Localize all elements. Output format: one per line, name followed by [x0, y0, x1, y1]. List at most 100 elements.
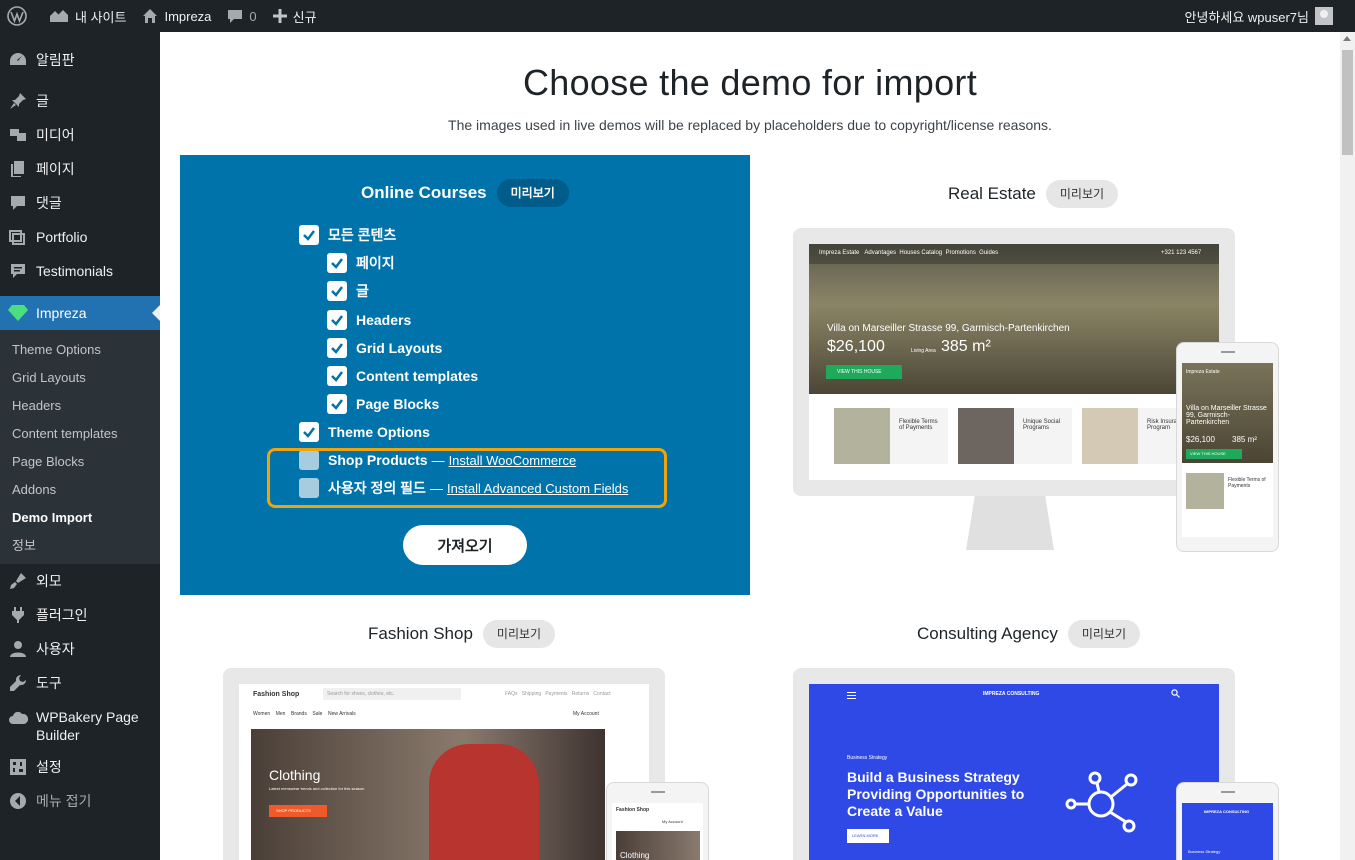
mock-phone-cta: VIEW THIS HOUSE	[1190, 451, 1226, 456]
menu-tools[interactable]: 도구	[0, 666, 160, 700]
submenu-demo-import[interactable]: Demo Import	[0, 504, 160, 532]
menu-pages[interactable]: 페이지	[0, 152, 160, 186]
menu-comments[interactable]: 댓글	[0, 186, 160, 220]
scroll-up-arrow-icon[interactable]	[1343, 36, 1351, 41]
menu-collapse-label: 메뉴 접기	[36, 793, 92, 809]
menu-impreza[interactable]: Impreza	[0, 296, 160, 330]
phone-screen: Fashion Shop My Account Clothing	[612, 803, 703, 860]
menu-appearance[interactable]: 외모	[0, 564, 160, 598]
portfolio-icon	[9, 230, 25, 245]
option-label: Content templates	[356, 368, 479, 384]
mock-feature-text: Unique Social Programs	[1023, 419, 1061, 431]
mock-price: $26,100	[827, 338, 885, 355]
menu-media[interactable]: 미디어	[0, 118, 160, 152]
mock-phone: +321 123 4567	[1161, 250, 1202, 256]
mock-brand: Fashion Shop	[253, 691, 300, 698]
submenu-page-blocks[interactable]: Page Blocks	[0, 448, 160, 476]
menu-pages-label: 페이지	[36, 161, 75, 177]
option-content-templates[interactable]: Content templates	[327, 366, 478, 386]
menu-wpbakery[interactable]: WPBakery Page Builder	[0, 700, 160, 750]
demo-card-online-courses[interactable]: Online Courses 미리보기 모든 콘텐츠 페이지 글 Headers…	[180, 155, 750, 595]
comment-icon	[228, 10, 243, 23]
demo-title-row: Consulting Agency 미리보기	[917, 620, 1140, 648]
new-content-menu[interactable]: 신규	[265, 0, 325, 32]
checkbox-checked[interactable]	[299, 422, 319, 442]
menu-plugins-label: 플러그인	[36, 607, 88, 623]
menu-users[interactable]: 사용자	[0, 632, 160, 666]
comments-menu[interactable]: 0	[219, 0, 264, 32]
submenu-grid-layouts[interactable]: Grid Layouts	[0, 364, 160, 392]
checkbox-checked[interactable]	[327, 394, 347, 414]
demo-title-row: Online Courses 미리보기	[361, 179, 569, 207]
desktop-mockup: IMPREZA CONSULTING Business Strategy Bui…	[793, 668, 1235, 860]
menu-wpbakery-label: WPBakery Page Builder	[36, 709, 139, 743]
phone-screen: IMPREZA CONSULTING Business Strategy	[1182, 803, 1273, 860]
menu-dashboard-label: 알림판	[36, 52, 75, 68]
preview-button[interactable]: 미리보기	[496, 179, 569, 207]
menu-posts[interactable]: 글	[0, 84, 160, 118]
mock-nav: Impreza Estate Advantages Houses Catalog…	[819, 250, 999, 256]
home-icon	[143, 9, 158, 23]
option-headers[interactable]: Headers	[327, 310, 411, 330]
highlight-outline	[267, 448, 667, 508]
submenu-addons[interactable]: Addons	[0, 476, 160, 504]
option-all-content[interactable]: 모든 콘텐츠	[299, 225, 396, 245]
settings-icon	[10, 759, 26, 775]
diamond-icon	[8, 305, 28, 321]
home-group-icon	[50, 10, 68, 22]
menu-settings[interactable]: 설정	[0, 750, 160, 784]
option-posts[interactable]: 글	[327, 281, 369, 301]
menu-users-label: 사용자	[36, 641, 75, 657]
mock-phone-brand: Impreza Estate	[1186, 369, 1220, 375]
demo-title: Fashion Shop	[368, 624, 473, 643]
menu-portfolio[interactable]: Portfolio	[0, 220, 160, 254]
wordpress-logo-button[interactable]	[0, 0, 41, 32]
menu-plugins[interactable]: 플러그인	[0, 598, 160, 632]
my-site-menu[interactable]: 내 사이트	[41, 0, 134, 32]
submenu-about[interactable]: 정보	[0, 532, 160, 560]
mock-phone-brand: Fashion Shop	[616, 807, 650, 813]
mock-hero-cta: SHOP PRODUCTS	[276, 808, 311, 813]
option-label: Theme Options	[328, 424, 430, 440]
option-page-blocks[interactable]: Page Blocks	[327, 394, 439, 414]
option-pages[interactable]: 페이지	[327, 253, 395, 273]
option-theme-options[interactable]: Theme Options	[299, 422, 430, 442]
menu-tools-label: 도구	[36, 675, 62, 691]
preview-button[interactable]: 미리보기	[1045, 180, 1119, 208]
dashboard-icon	[10, 53, 26, 65]
menu-appearance-label: 외모	[36, 573, 62, 589]
mock-phone-price: $26,100	[1186, 435, 1215, 444]
my-account-menu[interactable]: 안녕하세요 wpuser7님	[1184, 7, 1355, 26]
preview-button[interactable]: 미리보기	[1067, 620, 1140, 648]
preview-button[interactable]: 미리보기	[482, 620, 556, 648]
import-button[interactable]: 가져오기	[403, 525, 527, 565]
option-grid-layouts[interactable]: Grid Layouts	[327, 338, 442, 358]
scrollbar-thumb[interactable]	[1342, 50, 1353, 155]
option-label: 모든 콘텐츠	[328, 227, 397, 243]
avatar	[1315, 7, 1333, 25]
menu-testimonials[interactable]: Testimonials	[0, 254, 160, 288]
mock-hero-title: Clothing	[269, 767, 321, 783]
page-scrollbar[interactable]	[1340, 32, 1355, 860]
checkbox-checked[interactable]	[327, 253, 347, 273]
mock-phone-feature: Flexible Terms of Payments	[1228, 477, 1266, 489]
checkbox-checked[interactable]	[327, 366, 347, 386]
mock-search: Search for shoes, clothes, etc.	[327, 691, 395, 697]
phone-screen: Impreza Estate Villa on Marseiller Stras…	[1182, 363, 1273, 537]
checkbox-checked[interactable]	[327, 310, 347, 330]
mock-address: Villa on Marseiller Strasse 99, Garmisch…	[827, 323, 1070, 334]
checkbox-checked[interactable]	[327, 281, 347, 301]
menu-impreza-label: Impreza	[36, 305, 87, 321]
network-icon	[1065, 771, 1138, 833]
submenu-theme-options[interactable]: Theme Options	[0, 336, 160, 364]
checkbox-checked[interactable]	[327, 338, 347, 358]
menu-collapse-button[interactable]: 메뉴 접기	[0, 784, 160, 818]
submenu-content-templates[interactable]: Content templates	[0, 420, 160, 448]
search-icon	[1171, 689, 1180, 698]
checkbox-checked[interactable]	[299, 225, 319, 245]
menu-dashboard[interactable]: 알림판	[0, 44, 160, 76]
mock-account: My Account	[573, 711, 599, 717]
monitor-stand	[966, 496, 1054, 550]
submenu-headers[interactable]: Headers	[0, 392, 160, 420]
site-name-menu[interactable]: Impreza	[134, 0, 219, 32]
